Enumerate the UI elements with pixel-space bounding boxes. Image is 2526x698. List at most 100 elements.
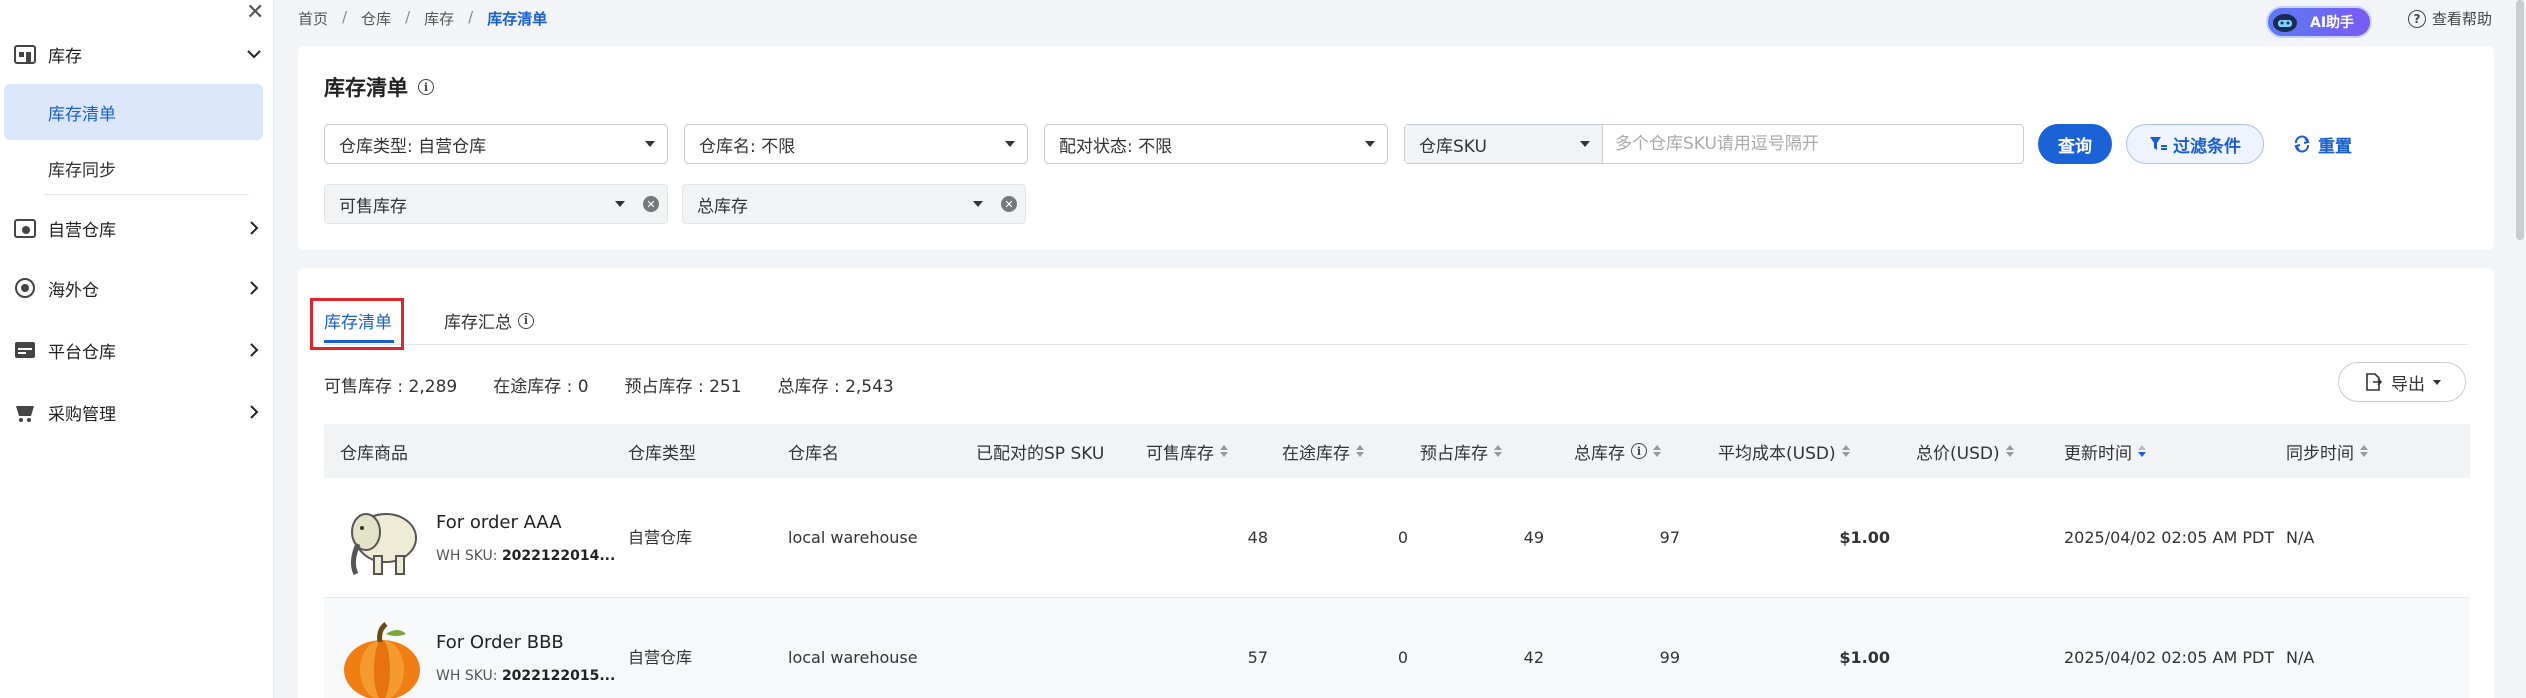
warehouse-name-select[interactable]: 仓库名: 不限: [684, 124, 1028, 164]
stat-total: 总库存 : 2,543: [777, 377, 894, 397]
chevron-right-icon: [250, 221, 259, 235]
table-header: 仓库商品 仓库类型 仓库名 已配对的SP SKU 可售库存 在途库存 预占库存 …: [324, 424, 2470, 478]
product-sku: WH SKU: 2022122014...: [436, 548, 615, 564]
warehouse-type-select[interactable]: 仓库类型: 自营仓库: [324, 124, 668, 164]
col-available[interactable]: 可售库存: [1146, 424, 1228, 478]
col-label: 总库存: [1574, 443, 1625, 464]
col-synced[interactable]: 同步时间: [2286, 424, 2368, 478]
export-button[interactable]: 导出: [2338, 362, 2466, 402]
sort-icon[interactable]: [2005, 445, 2014, 457]
sidebar-divider: [44, 194, 249, 195]
avg-cost: $1.00: [1839, 528, 1890, 547]
breadcrumb-separator: /: [468, 8, 474, 26]
sku-value: 2022122014...: [501, 548, 616, 564]
sku-search-group: 仓库SKU: [1404, 124, 2024, 164]
info-icon[interactable]: i: [1631, 443, 1647, 459]
match-status-select[interactable]: 配对状态: 不限: [1044, 124, 1388, 164]
query-button[interactable]: 查询: [2038, 124, 2112, 164]
caret-down-icon: [645, 141, 655, 147]
warehouse-name: local warehouse: [788, 528, 918, 547]
tabs-divider: [324, 344, 2468, 345]
breadcrumb-separator: /: [405, 8, 411, 26]
total-stock-filter[interactable]: 总库存 ✕: [682, 184, 1026, 224]
page-scrollbar[interactable]: [2516, 0, 2524, 240]
caret-down-icon: [1005, 141, 1015, 147]
sort-icon[interactable]: [1653, 445, 1661, 457]
sidebar-group-overseas[interactable]: 海外仓: [0, 260, 274, 316]
total-stock-filter-label: 总库存: [697, 196, 748, 217]
table-row[interactable]: For Order BBB WH SKU: 2022122015... 自营仓库…: [324, 598, 2470, 698]
sidebar: ✕ 库存 库存清单 库存同步 自营仓库 海外仓 平台仓库 采购管理: [0, 0, 274, 698]
info-icon[interactable]: i: [418, 79, 434, 95]
filter-card: 库存清单 i 仓库类型: 自营仓库 仓库名: 不限 配对状态: 不限 仓库SKU…: [298, 46, 2494, 250]
export-icon: [2366, 373, 2383, 391]
sku-search-input[interactable]: [1603, 125, 2023, 163]
sort-icon[interactable]: [2138, 445, 2146, 457]
table-row[interactable]: For order AAA WH SKU: 2022122014... 自营仓库…: [324, 478, 2470, 598]
col-label: 在途库存: [1282, 443, 1350, 464]
warehouse-name: local warehouse: [788, 648, 918, 667]
col-avg-cost[interactable]: 平均成本(USD): [1718, 424, 1850, 478]
ai-assistant-button[interactable]: AI助手: [2266, 6, 2372, 38]
sort-icon[interactable]: [2360, 445, 2368, 457]
chevron-right-icon: [250, 405, 259, 419]
sort-icon[interactable]: [1220, 445, 1228, 457]
product-name[interactable]: For order AAA: [436, 512, 562, 533]
product-sku: WH SKU: 2022122015...: [436, 668, 615, 684]
stock-stats: 可售库存 : 2,289 在途库存 : 0 预占库存 : 251 总库存 : 2…: [324, 372, 894, 397]
tab-label: 库存汇总: [444, 313, 512, 333]
info-icon[interactable]: i: [518, 312, 534, 329]
sort-icon[interactable]: [1494, 445, 1502, 457]
chevron-right-icon: [250, 281, 259, 295]
clear-icon[interactable]: ✕: [1001, 196, 1017, 212]
col-reserved[interactable]: 预占库存: [1420, 424, 1502, 478]
filter-conditions-button[interactable]: 过滤条件: [2126, 124, 2264, 164]
clear-icon[interactable]: ✕: [643, 196, 659, 212]
col-warehouse-name: 仓库名: [788, 443, 839, 464]
col-in-transit[interactable]: 在途库存: [1282, 424, 1364, 478]
reset-button[interactable]: 重置: [2292, 124, 2352, 164]
col-label: 平均成本(USD): [1718, 443, 1836, 464]
chevron-right-icon: [250, 343, 259, 357]
breadcrumb-separator: /: [342, 8, 348, 26]
col-matched-sku: 已配对的SP SKU: [976, 443, 1105, 464]
breadcrumb-home[interactable]: 首页: [298, 8, 328, 29]
close-icon[interactable]: ✕: [246, 2, 264, 24]
col-total[interactable]: 总库存 i: [1574, 424, 1661, 478]
synced-time: N/A: [2286, 528, 2315, 547]
col-updated[interactable]: 更新时间: [2064, 424, 2146, 478]
sku-type-select[interactable]: 仓库SKU: [1405, 125, 1603, 163]
tab-inventory-summary[interactable]: 库存汇总 i: [444, 308, 534, 333]
breadcrumb-warehouse[interactable]: 仓库: [361, 8, 391, 29]
breadcrumb-current: 库存清单: [487, 10, 548, 28]
caret-down-icon: [973, 201, 983, 207]
sidebar-item-inventory-sync[interactable]: 库存同步: [4, 140, 263, 196]
inventory-card: 库存清单 库存汇总 i 可售库存 : 2,289 在途库存 : 0 预占库存 :…: [298, 268, 2494, 698]
sidebar-group-purchase[interactable]: 采购管理: [0, 384, 274, 440]
col-label: 预占库存: [1420, 443, 1488, 464]
help-link[interactable]: ? 查看帮助: [2408, 8, 2492, 29]
total-stock: 97: [1659, 528, 1680, 547]
sidebar-group-label: 库存: [48, 46, 82, 67]
updated-time: 2025/04/02 02:05 AM PDT: [2064, 528, 2275, 547]
stat-in-transit: 在途库存 : 0: [493, 377, 589, 397]
elephant-image: [336, 492, 428, 584]
export-label: 导出: [2391, 374, 2425, 395]
col-label: 总价(USD): [1916, 443, 2000, 464]
reset-label: 重置: [2318, 136, 2352, 157]
sku-value: 2022122015...: [501, 668, 616, 684]
col-total-price[interactable]: 总价(USD): [1916, 424, 2014, 478]
col-product: 仓库商品: [340, 443, 408, 464]
sidebar-item-inventory-list[interactable]: 库存清单: [4, 84, 263, 140]
in-transit-stock: 0: [1397, 648, 1408, 667]
sidebar-group-label: 自营仓库: [48, 220, 116, 241]
product-name[interactable]: For Order BBB: [436, 632, 564, 653]
sidebar-group-own-warehouse[interactable]: 自营仓库: [0, 200, 274, 256]
sidebar-group-inventory[interactable]: 库存: [0, 26, 274, 82]
sort-icon[interactable]: [1841, 445, 1850, 457]
sidebar-group-platform[interactable]: 平台仓库: [0, 322, 274, 378]
available-stock-filter[interactable]: 可售库存 ✕: [324, 184, 668, 224]
sort-icon[interactable]: [1356, 445, 1364, 457]
warehouse-name-value: 仓库名: 不限: [699, 136, 796, 157]
breadcrumb-inventory[interactable]: 库存: [424, 8, 454, 29]
